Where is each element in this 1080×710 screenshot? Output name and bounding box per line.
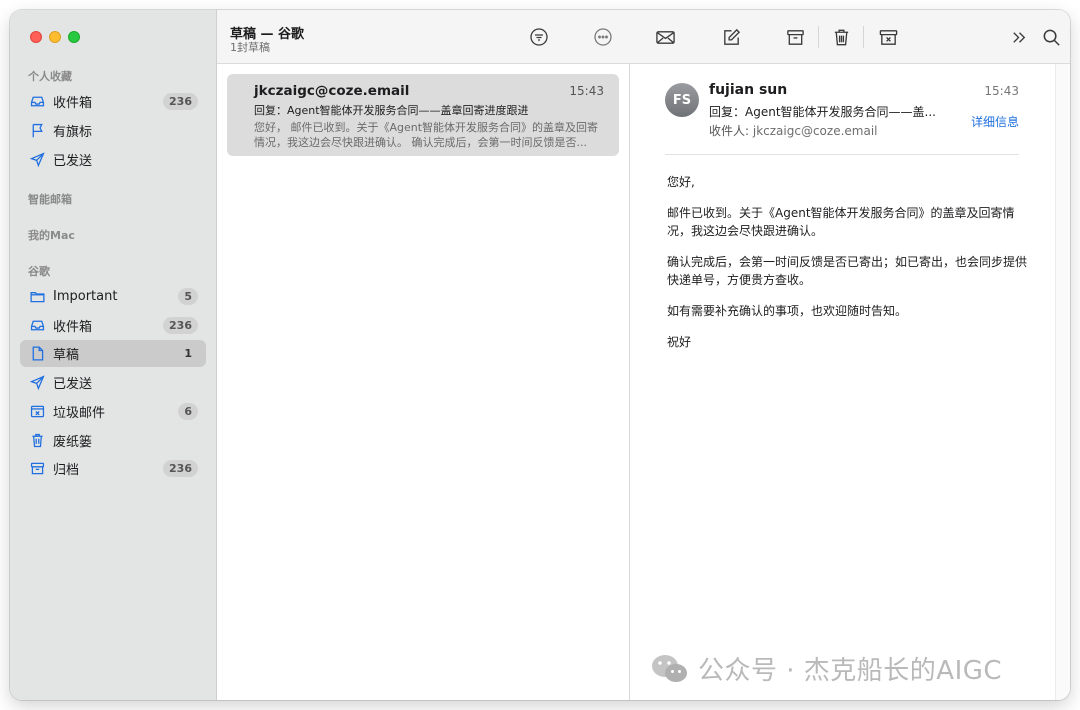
on-my-mac-section-title[interactable]: 我的Mac xyxy=(28,227,75,243)
search-icon xyxy=(1043,29,1060,46)
toolbar-divider xyxy=(818,26,819,48)
mail-window: 个人收藏 收件箱 236 有旗标 已发送 智能邮箱 我的Mac 谷歌 Impor… xyxy=(10,10,1070,700)
sidebar-item-label: 已发送 xyxy=(53,377,93,392)
sender-avatar: FS xyxy=(665,83,699,117)
favorites-section-title[interactable]: 个人收藏 xyxy=(28,68,72,84)
message-body: 您好, 邮件已收到。关于《Agent智能体开发服务合同》的盖章及回寄情况，我这边… xyxy=(667,173,1029,364)
unread-count-badge: 5 xyxy=(178,288,198,305)
message-list-item[interactable]: jkczaigc@coze.email 15:43 回复：Agent智能体开发服… xyxy=(227,74,619,156)
flag-icon xyxy=(28,122,46,140)
unread-count-badge: 236 xyxy=(163,317,198,334)
body-paragraph: 邮件已收到。关于《Agent智能体开发服务合同》的盖章及回寄情况，我这边会尽快跟… xyxy=(667,206,1015,238)
chevron-double-right-icon xyxy=(1012,31,1025,43)
archive-icon xyxy=(28,460,46,478)
search-button[interactable] xyxy=(1039,25,1063,49)
junk-icon xyxy=(879,29,897,45)
watermark: 公众号 · 杰克船长的AIGC xyxy=(650,650,1002,687)
message-sender: jkczaigc@coze.email xyxy=(254,83,410,99)
wechat-icon xyxy=(652,654,687,682)
sidebar-item-label: 草稿 xyxy=(53,348,80,363)
filter-button[interactable] xyxy=(528,26,550,48)
recipient-line: 收件人: jkczaigc@coze.email xyxy=(709,122,878,139)
sidebar-item-junk[interactable]: 垃圾邮件 6 xyxy=(20,398,206,425)
body-paragraph: 您好, xyxy=(667,175,695,189)
message-subject: 回复：Agent智能体开发服务合同——盖... xyxy=(709,105,936,119)
junk-button[interactable] xyxy=(876,25,900,49)
delete-button[interactable] xyxy=(829,25,853,49)
google-account-section-title[interactable]: 谷歌 xyxy=(28,263,50,279)
body-paragraph: 如有需要补充确认的事项，也欢迎随时告知。 xyxy=(667,304,908,318)
message-subject: 回复：Agent智能体开发服务合同——盖章回寄进度跟进 xyxy=(254,104,529,117)
inbox-icon xyxy=(28,93,46,111)
reader-toolbar xyxy=(630,10,1070,64)
toolbar-divider xyxy=(863,26,864,48)
more-options-button[interactable] xyxy=(592,26,614,48)
body-paragraph: 祝好 xyxy=(667,335,692,349)
filter-icon xyxy=(530,28,548,46)
mailbox-count: 1封草稿 xyxy=(230,41,270,54)
minimize-window-button[interactable] xyxy=(49,31,61,43)
sidebar-item-inbox[interactable]: 收件箱 236 xyxy=(20,312,206,339)
junk-icon xyxy=(28,403,46,421)
sidebar-item-trash[interactable]: 废纸篓 xyxy=(20,427,206,454)
sidebar-item-label: 废纸篓 xyxy=(53,435,93,450)
sidebar-item-label: 收件箱 xyxy=(53,96,93,111)
compose-button[interactable] xyxy=(719,25,743,49)
sidebar-item-label: 收件箱 xyxy=(53,320,93,335)
sidebar-item-favorites-sent[interactable]: 已发送 xyxy=(20,146,206,173)
sidebar-item-drafts[interactable]: 草稿 1 xyxy=(20,340,206,367)
sidebar-item-label: Important xyxy=(53,289,118,304)
archive-icon xyxy=(786,29,804,45)
close-window-button[interactable] xyxy=(30,31,42,43)
sidebar-item-favorites-inbox[interactable]: 收件箱 236 xyxy=(20,88,206,115)
unread-count-badge: 236 xyxy=(163,460,198,477)
trash-icon xyxy=(834,29,848,45)
reader-scrollbar[interactable] xyxy=(1055,64,1070,700)
header-divider xyxy=(665,154,1019,155)
reading-pane: FS fujian sun 15:43 回复：Agent智能体开发服务合同——盖… xyxy=(630,10,1070,700)
unread-count-badge: 6 xyxy=(178,403,198,420)
compose-icon xyxy=(723,28,740,45)
window-controls xyxy=(30,31,80,43)
sidebar-item-archive[interactable]: 归档 236 xyxy=(20,455,206,482)
draft-icon xyxy=(28,345,46,363)
sidebar-item-label: 已发送 xyxy=(53,154,93,169)
draft-count-badge: 1 xyxy=(184,347,192,360)
sidebar-item-label: 垃圾邮件 xyxy=(53,406,106,421)
get-mail-button[interactable] xyxy=(653,25,677,49)
ellipsis-circle-icon xyxy=(594,28,612,46)
body-paragraph: 确认完成后，会第一时间反馈是否已寄出；如已寄出，也会同步提供快递单号，方便贵方查… xyxy=(667,255,1028,287)
sidebar-item-important[interactable]: Important 5 xyxy=(20,283,206,310)
message-time: 15:43 xyxy=(569,84,604,98)
details-link[interactable]: 详细信息 xyxy=(971,113,1019,130)
zoom-window-button[interactable] xyxy=(68,31,80,43)
sent-icon xyxy=(28,374,46,392)
recipient-label: 收件人: xyxy=(709,124,750,138)
trash-icon xyxy=(28,432,46,450)
recipient-address[interactable]: jkczaigc@coze.email xyxy=(753,124,878,138)
sidebar-item-label: 归档 xyxy=(53,463,80,478)
smart-mailboxes-section-title[interactable]: 智能邮箱 xyxy=(28,191,72,207)
sidebar-item-sent[interactable]: 已发送 xyxy=(20,369,206,396)
envelope-icon xyxy=(655,30,675,44)
message-time: 15:43 xyxy=(984,84,1019,98)
archive-button[interactable] xyxy=(783,25,807,49)
sent-icon xyxy=(28,151,46,169)
watermark-text: 公众号 · 杰克船长的AIGC xyxy=(698,656,1003,686)
unread-count-badge: 236 xyxy=(163,93,198,110)
message-list-header: 草稿 — 谷歌 1封草稿 xyxy=(217,10,630,64)
message-list-pane: 草稿 — 谷歌 1封草稿 jkczaigc@coze.email 15:43 回… xyxy=(217,10,630,700)
sidebar-item-label: 有旗标 xyxy=(53,125,93,140)
folder-icon xyxy=(28,288,46,306)
sidebar: 个人收藏 收件箱 236 有旗标 已发送 智能邮箱 我的Mac 谷歌 Impor… xyxy=(10,10,217,700)
toolbar-overflow-button[interactable] xyxy=(1007,25,1031,49)
sidebar-item-flagged[interactable]: 有旗标 xyxy=(20,117,206,144)
inbox-icon xyxy=(28,317,46,335)
message-preview: 您好， 邮件已收到。关于《Agent智能体开发服务合同》的盖章及回寄情况，我这边… xyxy=(254,121,599,149)
sender-name[interactable]: fujian sun xyxy=(709,82,787,98)
